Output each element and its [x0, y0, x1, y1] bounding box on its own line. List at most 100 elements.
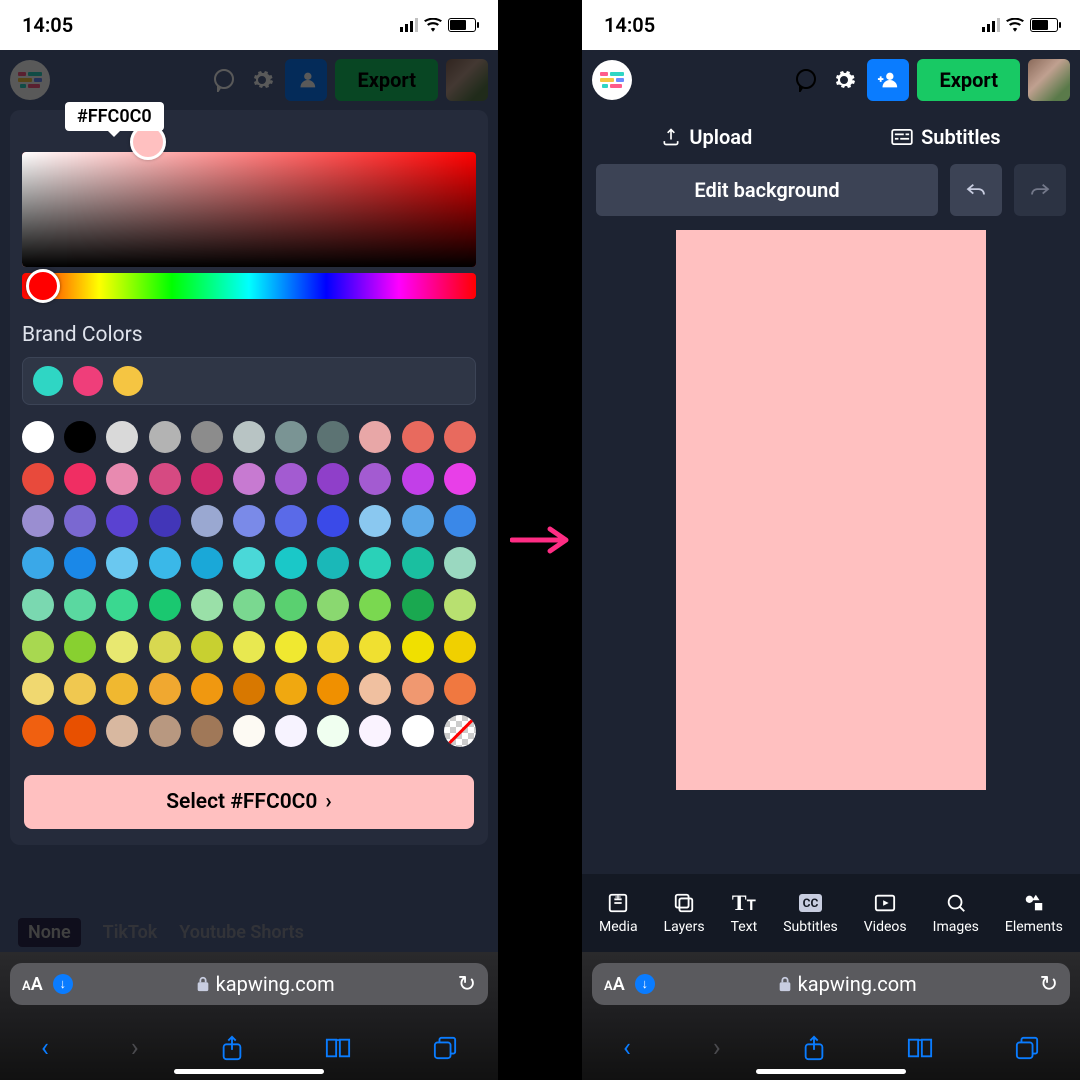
- color-swatch[interactable]: [64, 421, 96, 453]
- color-swatch[interactable]: [64, 463, 96, 495]
- color-swatch[interactable]: [402, 463, 434, 495]
- color-swatch[interactable]: [191, 547, 223, 579]
- color-swatch[interactable]: [402, 505, 434, 537]
- color-swatch[interactable]: [444, 463, 476, 495]
- color-swatch[interactable]: [233, 715, 265, 747]
- color-swatch[interactable]: [359, 673, 391, 705]
- color-swatch[interactable]: [359, 547, 391, 579]
- brand-swatch[interactable]: [33, 366, 63, 396]
- color-swatch[interactable]: [22, 589, 54, 621]
- subtitles-button[interactable]: Subtitles: [891, 125, 1001, 149]
- avatar[interactable]: [1028, 59, 1070, 101]
- tabs-button[interactable]: [433, 1036, 457, 1060]
- color-swatch[interactable]: [149, 505, 181, 537]
- color-swatch[interactable]: [22, 715, 54, 747]
- color-swatch[interactable]: [444, 421, 476, 453]
- hue-slider[interactable]: [22, 273, 476, 299]
- saturation-value-box[interactable]: [22, 152, 476, 267]
- url-pill[interactable]: AA ↓ kapwing.com ↻: [10, 963, 488, 1005]
- color-swatch[interactable]: [317, 631, 349, 663]
- tabs-button[interactable]: [1015, 1036, 1039, 1060]
- color-swatch[interactable]: [317, 547, 349, 579]
- color-swatch[interactable]: [233, 505, 265, 537]
- gear-icon[interactable]: [247, 65, 277, 95]
- color-swatch[interactable]: [106, 589, 138, 621]
- back-button[interactable]: ‹: [623, 1033, 631, 1063]
- color-swatch[interactable]: [22, 505, 54, 537]
- color-swatch[interactable]: [22, 421, 54, 453]
- app-logo[interactable]: [10, 60, 50, 100]
- color-swatch[interactable]: [444, 715, 476, 747]
- color-swatch[interactable]: [317, 589, 349, 621]
- color-swatch[interactable]: [106, 631, 138, 663]
- color-swatch[interactable]: [402, 589, 434, 621]
- brand-colors-row[interactable]: [22, 357, 476, 405]
- color-swatch[interactable]: [22, 463, 54, 495]
- bookmarks-button[interactable]: [907, 1037, 933, 1059]
- color-swatch[interactable]: [233, 589, 265, 621]
- export-button[interactable]: Export: [917, 59, 1020, 101]
- gear-icon[interactable]: [829, 65, 859, 95]
- color-swatch[interactable]: [22, 673, 54, 705]
- avatar[interactable]: [446, 59, 488, 101]
- color-swatch[interactable]: [64, 631, 96, 663]
- color-swatch[interactable]: [106, 673, 138, 705]
- color-swatch[interactable]: [402, 547, 434, 579]
- color-swatch[interactable]: [233, 547, 265, 579]
- color-swatch[interactable]: [444, 631, 476, 663]
- color-swatch[interactable]: [359, 715, 391, 747]
- color-swatch[interactable]: [317, 505, 349, 537]
- color-swatch[interactable]: [106, 715, 138, 747]
- tool-layers[interactable]: Layers: [664, 891, 705, 935]
- color-swatch[interactable]: [149, 463, 181, 495]
- color-swatch[interactable]: [64, 715, 96, 747]
- back-button[interactable]: ‹: [41, 1033, 49, 1063]
- bookmarks-button[interactable]: [325, 1037, 351, 1059]
- color-swatch[interactable]: [191, 421, 223, 453]
- add-user-button[interactable]: [867, 59, 909, 101]
- color-swatch[interactable]: [233, 631, 265, 663]
- color-swatch[interactable]: [359, 463, 391, 495]
- color-swatch[interactable]: [64, 673, 96, 705]
- color-swatch[interactable]: [275, 715, 307, 747]
- upload-button[interactable]: Upload: [661, 125, 752, 149]
- edit-background-button[interactable]: Edit background: [596, 164, 938, 216]
- color-swatch[interactable]: [149, 421, 181, 453]
- url-pill[interactable]: AA ↓ kapwing.com ↻: [592, 963, 1070, 1005]
- color-swatch[interactable]: [317, 421, 349, 453]
- color-swatch[interactable]: [359, 631, 391, 663]
- color-swatch[interactable]: [64, 505, 96, 537]
- select-color-button[interactable]: Select #FFC0C0 ›: [24, 775, 474, 829]
- color-swatch[interactable]: [359, 505, 391, 537]
- color-swatch[interactable]: [233, 421, 265, 453]
- share-button[interactable]: [803, 1035, 825, 1061]
- color-swatch[interactable]: [402, 715, 434, 747]
- chat-icon[interactable]: [209, 65, 239, 95]
- color-swatch[interactable]: [149, 631, 181, 663]
- color-swatch[interactable]: [275, 547, 307, 579]
- color-swatch[interactable]: [402, 673, 434, 705]
- canvas[interactable]: [676, 230, 986, 790]
- preset-tab[interactable]: TikTok: [103, 922, 158, 943]
- color-swatch[interactable]: [275, 673, 307, 705]
- color-swatch[interactable]: [275, 505, 307, 537]
- color-swatch[interactable]: [191, 463, 223, 495]
- undo-button[interactable]: [950, 164, 1002, 216]
- reload-icon[interactable]: ↻: [1040, 972, 1058, 997]
- text-size-button[interactable]: AA: [604, 974, 625, 995]
- color-swatch[interactable]: [275, 463, 307, 495]
- tool-subtitles[interactable]: CCSubtitles: [783, 891, 838, 935]
- preset-tab[interactable]: Youtube Shorts: [179, 922, 304, 943]
- color-swatch[interactable]: [444, 673, 476, 705]
- download-indicator[interactable]: ↓: [635, 974, 655, 994]
- color-swatch[interactable]: [106, 547, 138, 579]
- preset-tab[interactable]: None: [18, 918, 81, 947]
- color-swatch[interactable]: [22, 631, 54, 663]
- color-swatch[interactable]: [317, 463, 349, 495]
- color-swatch[interactable]: [359, 421, 391, 453]
- color-swatch[interactable]: [106, 505, 138, 537]
- color-swatch[interactable]: [149, 673, 181, 705]
- tool-media[interactable]: +Media: [599, 891, 638, 935]
- export-button[interactable]: Export: [335, 59, 438, 101]
- color-swatch[interactable]: [317, 715, 349, 747]
